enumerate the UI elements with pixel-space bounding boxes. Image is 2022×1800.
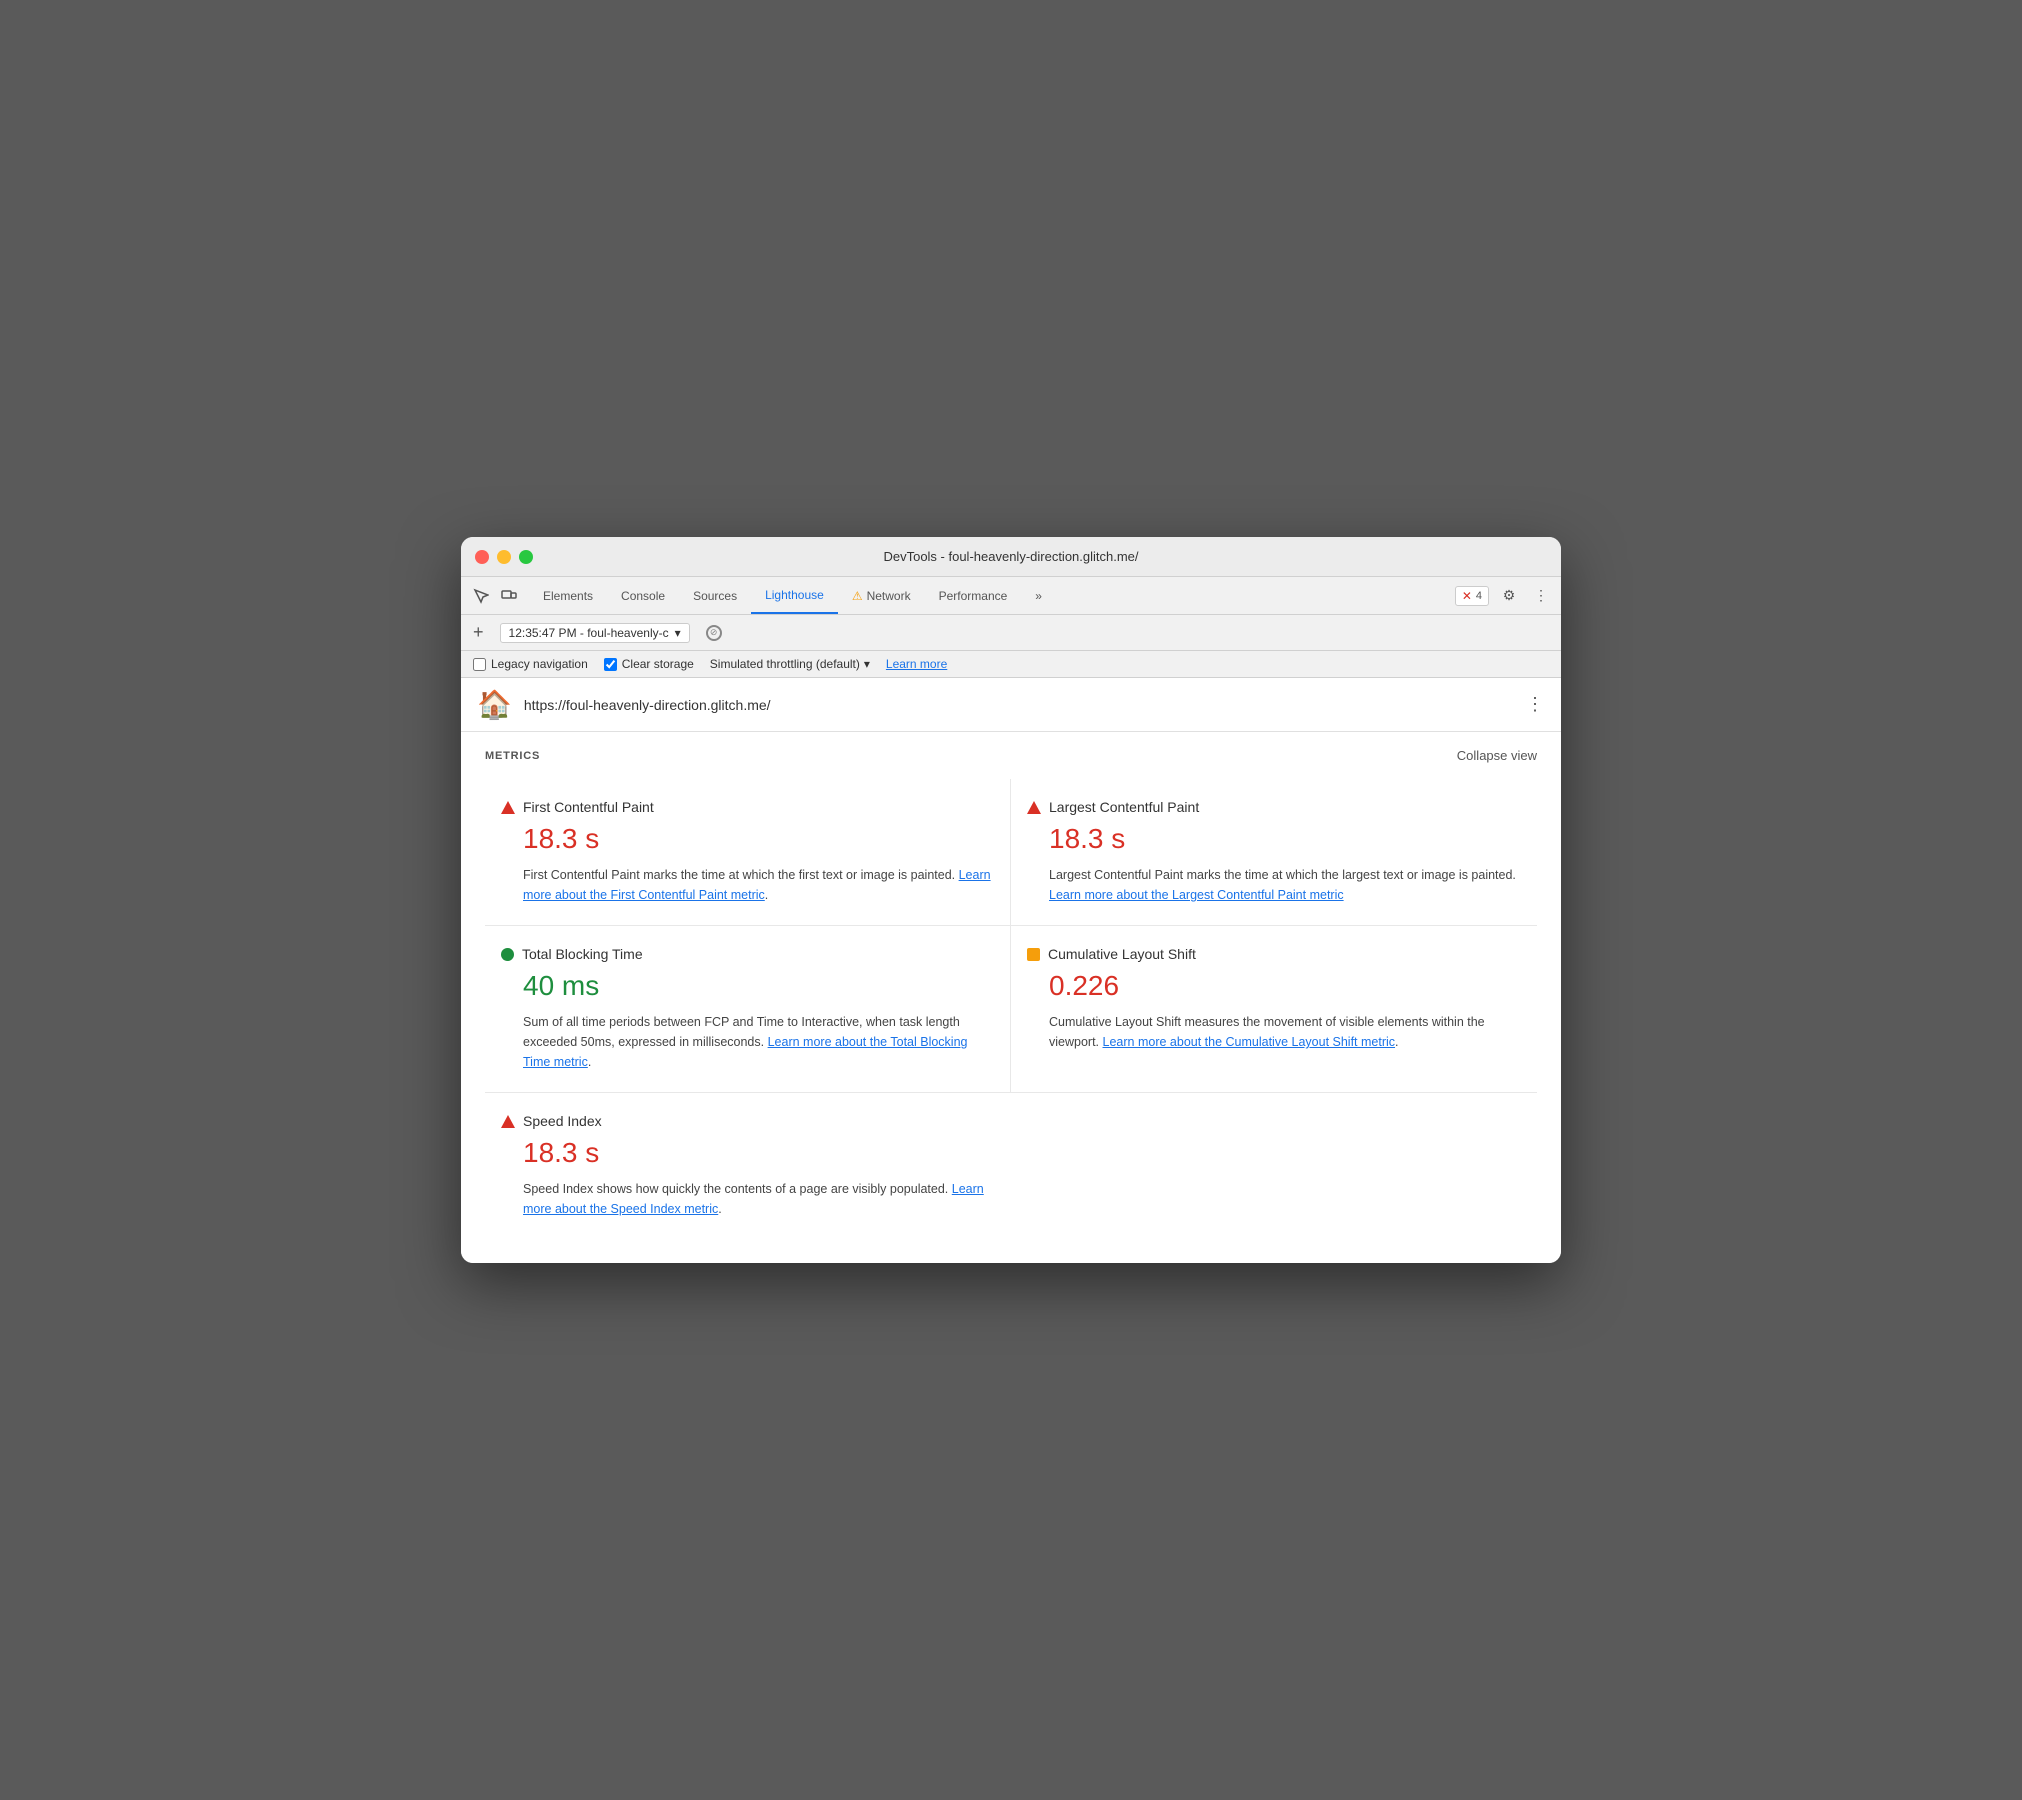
clear-storage-label[interactable]: Clear storage	[604, 657, 694, 671]
metrics-section: METRICS Collapse view First Contentful P…	[461, 732, 1561, 1263]
fcp-indicator-icon	[501, 801, 515, 814]
collapse-view-button[interactable]: Collapse view	[1457, 748, 1537, 763]
si-name: Speed Index	[523, 1113, 602, 1129]
network-warning-icon: ⚠	[852, 589, 863, 603]
close-button[interactable]	[475, 550, 489, 564]
options-row: Legacy navigation Clear storage Simulate…	[461, 651, 1561, 678]
add-tab-icon[interactable]: +	[473, 622, 484, 643]
metric-lcp: Largest Contentful Paint 18.3 s Largest …	[1011, 779, 1537, 926]
minimize-button[interactable]	[497, 550, 511, 564]
device-icon[interactable]	[497, 584, 521, 608]
tbt-name: Total Blocking Time	[522, 946, 643, 962]
error-badge[interactable]: ✕ 4	[1455, 586, 1489, 606]
url-text: https://foul-heavenly-direction.glitch.m…	[524, 697, 1514, 713]
fcp-description: First Contentful Paint marks the time at…	[523, 865, 994, 905]
lcp-name: Largest Contentful Paint	[1049, 799, 1199, 815]
window-title: DevTools - foul-heavenly-direction.glitc…	[883, 549, 1138, 564]
tab-lighthouse[interactable]: Lighthouse	[751, 577, 838, 614]
tab-elements[interactable]: Elements	[529, 577, 607, 614]
error-count: 4	[1476, 590, 1482, 602]
metric-si: Speed Index 18.3 s Speed Index shows how…	[485, 1093, 1011, 1239]
si-indicator-icon	[501, 1115, 515, 1128]
metrics-grid: First Contentful Paint 18.3 s First Cont…	[485, 779, 1537, 1239]
cls-value: 0.226	[1049, 970, 1521, 1002]
lighthouse-logo-icon: 🏠	[477, 688, 512, 721]
legacy-navigation-checkbox[interactable]	[473, 658, 486, 671]
tab-more[interactable]: »	[1021, 577, 1056, 614]
metrics-title: METRICS	[485, 750, 540, 762]
inspect-icon[interactable]	[469, 584, 493, 608]
clear-storage-checkbox[interactable]	[604, 658, 617, 671]
lcp-learn-more-link[interactable]: Learn more about the Largest Contentful …	[1049, 888, 1344, 902]
error-dot-icon: ✕	[1462, 589, 1472, 603]
devtools-icons	[469, 584, 521, 608]
lcp-value: 18.3 s	[1049, 823, 1521, 855]
throttling-dropdown-icon[interactable]: ▾	[864, 657, 870, 671]
toolbar-row: + 12:35:47 PM - foul-heavenly-c ▾ ⊘	[461, 615, 1561, 651]
metric-fcp: First Contentful Paint 18.3 s First Cont…	[485, 779, 1011, 926]
tbt-indicator-icon	[501, 948, 514, 961]
throttling-select: Simulated throttling (default) ▾	[710, 657, 870, 671]
cls-name: Cumulative Layout Shift	[1048, 946, 1196, 962]
si-description: Speed Index shows how quickly the conten…	[523, 1179, 995, 1219]
cls-indicator-icon	[1027, 948, 1040, 961]
tbt-value: 40 ms	[523, 970, 994, 1002]
tabs-container: Elements Console Sources Lighthouse ⚠ Ne…	[529, 577, 1455, 614]
metrics-header: METRICS Collapse view	[485, 748, 1537, 763]
legacy-navigation-label[interactable]: Legacy navigation	[473, 657, 588, 671]
metric-tbt-header: Total Blocking Time	[501, 946, 994, 962]
tab-network[interactable]: ⚠ Network	[838, 577, 925, 614]
tab-bar: Elements Console Sources Lighthouse ⚠ Ne…	[461, 577, 1561, 615]
metric-cls: Cumulative Layout Shift 0.226 Cumulative…	[1011, 926, 1537, 1093]
metric-lcp-header: Largest Contentful Paint	[1027, 799, 1521, 815]
metric-si-header: Speed Index	[501, 1113, 995, 1129]
url-bar: 🏠 https://foul-heavenly-direction.glitch…	[461, 678, 1561, 732]
lcp-description: Largest Contentful Paint marks the time …	[1049, 865, 1521, 905]
cls-learn-more-link[interactable]: Learn more about the Cumulative Layout S…	[1103, 1035, 1396, 1049]
url-more-icon[interactable]: ⋮	[1526, 694, 1545, 715]
fcp-value: 18.3 s	[523, 823, 994, 855]
metric-fcp-header: First Contentful Paint	[501, 799, 994, 815]
timestamp-area[interactable]: 12:35:47 PM - foul-heavenly-c ▾	[500, 623, 690, 643]
lcp-indicator-icon	[1027, 801, 1041, 814]
timestamp-text: 12:35:47 PM - foul-heavenly-c	[509, 626, 669, 640]
settings-icon[interactable]: ⚙	[1497, 584, 1521, 608]
kebab-menu-icon[interactable]: ⋮	[1529, 584, 1553, 608]
title-bar: DevTools - foul-heavenly-direction.glitc…	[461, 537, 1561, 577]
tab-sources[interactable]: Sources	[679, 577, 751, 614]
si-value: 18.3 s	[523, 1137, 995, 1169]
cls-description: Cumulative Layout Shift measures the mov…	[1049, 1012, 1521, 1052]
dropdown-icon[interactable]: ▾	[675, 626, 681, 640]
tab-performance[interactable]: Performance	[925, 577, 1022, 614]
tab-console[interactable]: Console	[607, 577, 679, 614]
no-throttle-icon[interactable]: ⊘	[706, 625, 722, 641]
metric-tbt: Total Blocking Time 40 ms Sum of all tim…	[485, 926, 1011, 1093]
tbt-description: Sum of all time periods between FCP and …	[523, 1012, 994, 1072]
traffic-lights	[475, 550, 533, 564]
maximize-button[interactable]	[519, 550, 533, 564]
learn-more-link[interactable]: Learn more	[886, 657, 947, 671]
devtools-window: DevTools - foul-heavenly-direction.glitc…	[461, 537, 1561, 1263]
fcp-name: First Contentful Paint	[523, 799, 654, 815]
tab-right-actions: ✕ 4 ⚙ ⋮	[1455, 584, 1553, 608]
metric-cls-header: Cumulative Layout Shift	[1027, 946, 1521, 962]
